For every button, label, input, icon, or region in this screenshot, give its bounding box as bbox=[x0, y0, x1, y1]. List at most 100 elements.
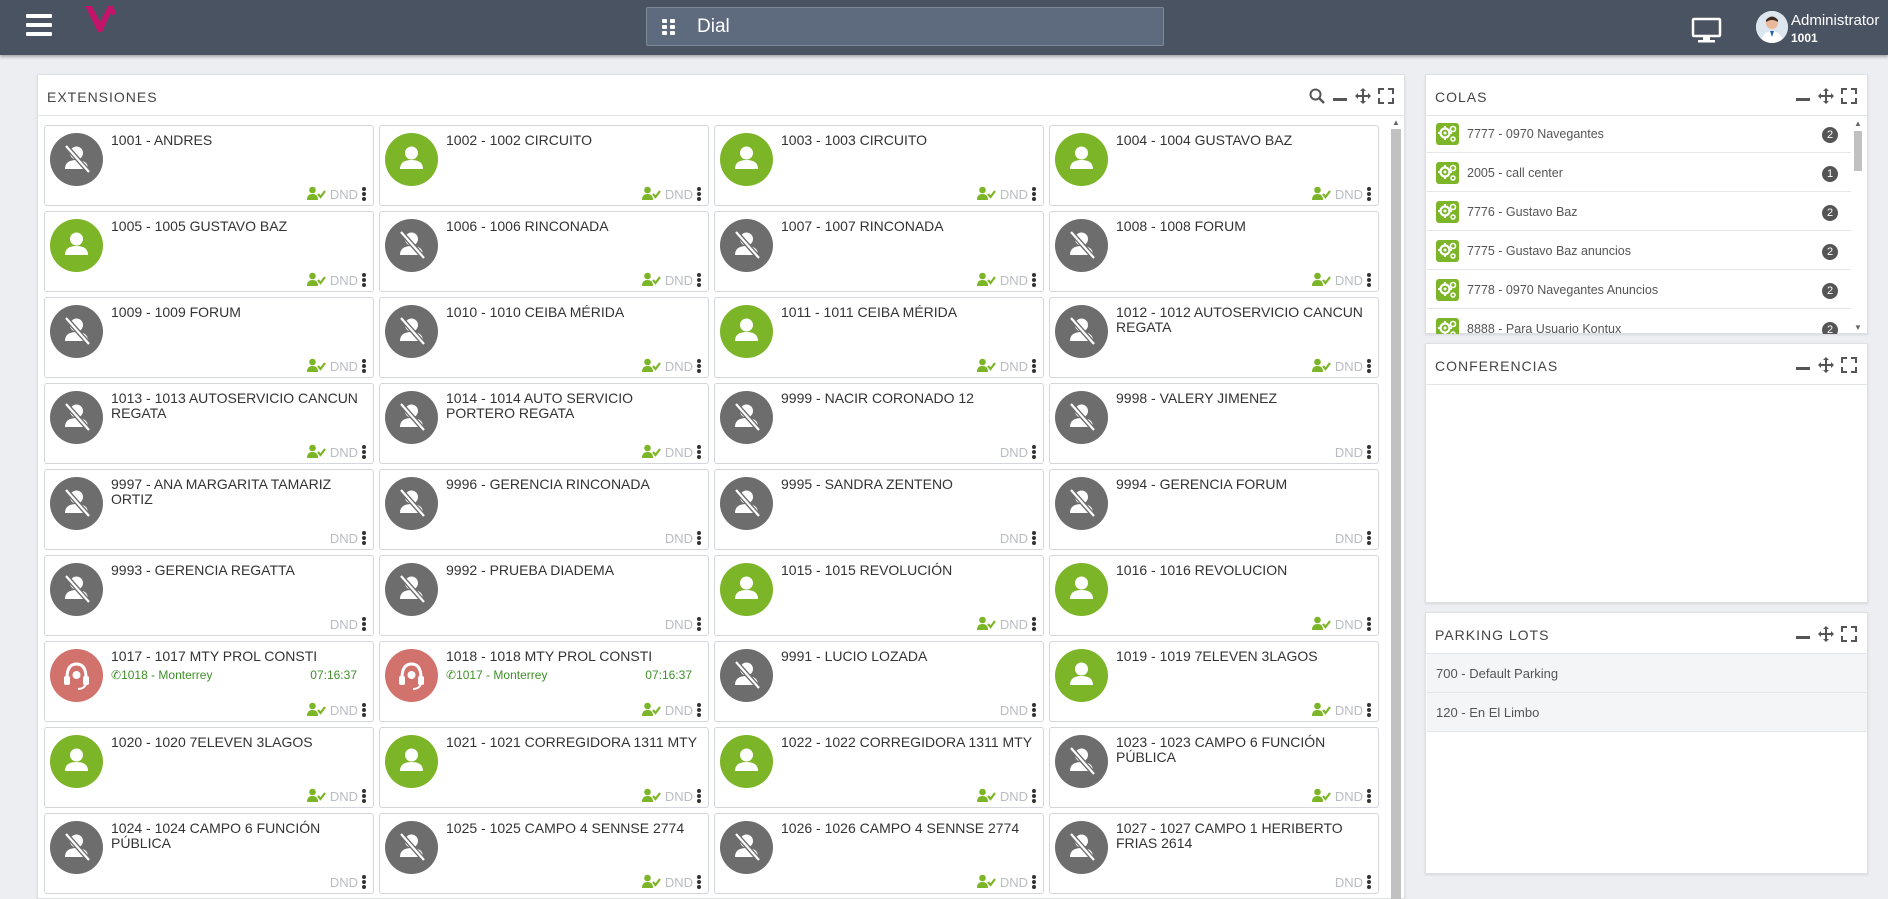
dnd-toggle[interactable]: DND bbox=[1000, 531, 1028, 546]
more-options-icon[interactable] bbox=[1032, 617, 1036, 631]
extension-card[interactable]: 1003 - 1003 CIRCUITO DND bbox=[714, 125, 1044, 206]
extension-card[interactable]: 1004 - 1004 GUSTAVO BAZ DND bbox=[1049, 125, 1379, 206]
extension-card[interactable]: 1027 - 1027 CAMPO 1 HERIBERTO FRIAS 2614… bbox=[1049, 813, 1379, 894]
more-options-icon[interactable] bbox=[697, 445, 701, 459]
extension-card[interactable]: 1006 - 1006 RINCONADA DND bbox=[379, 211, 709, 292]
dnd-toggle[interactable]: DND bbox=[665, 875, 693, 890]
extension-card[interactable]: 1002 - 1002 CIRCUITO DND bbox=[379, 125, 709, 206]
expand-icon[interactable] bbox=[1841, 626, 1857, 642]
more-options-icon[interactable] bbox=[362, 531, 366, 545]
extensions-scrollbar[interactable]: ▲ bbox=[1390, 119, 1402, 899]
queues-scrollbar[interactable]: ▲ ▼ bbox=[1852, 117, 1864, 334]
more-options-icon[interactable] bbox=[1032, 875, 1036, 889]
extension-card[interactable]: 1020 - 1020 7ELEVEN 3LAGOS DND bbox=[44, 727, 374, 808]
extension-card[interactable]: 1007 - 1007 RINCONADA DND bbox=[714, 211, 1044, 292]
extension-card[interactable]: 1005 - 1005 GUSTAVO BAZ DND bbox=[44, 211, 374, 292]
dnd-toggle[interactable]: DND bbox=[1000, 875, 1028, 890]
more-options-icon[interactable] bbox=[362, 617, 366, 631]
more-options-icon[interactable] bbox=[1367, 789, 1371, 803]
more-options-icon[interactable] bbox=[1367, 703, 1371, 717]
dnd-toggle[interactable]: DND bbox=[665, 359, 693, 374]
dnd-toggle[interactable]: DND bbox=[1335, 273, 1363, 288]
dnd-toggle[interactable]: DND bbox=[1000, 789, 1028, 804]
extension-card[interactable]: 9993 - GERENCIA REGATTA DND bbox=[44, 555, 374, 636]
dnd-toggle[interactable]: DND bbox=[1335, 703, 1363, 718]
dnd-toggle[interactable]: DND bbox=[1335, 617, 1363, 632]
dnd-toggle[interactable]: DND bbox=[1335, 445, 1363, 460]
dnd-toggle[interactable]: DND bbox=[665, 445, 693, 460]
extension-card[interactable]: 1010 - 1010 CEIBA MÉRIDA DND bbox=[379, 297, 709, 378]
more-options-icon[interactable] bbox=[362, 273, 366, 287]
more-options-icon[interactable] bbox=[697, 617, 701, 631]
more-options-icon[interactable] bbox=[1032, 789, 1036, 803]
dnd-toggle[interactable]: DND bbox=[1000, 187, 1028, 202]
minimize-icon[interactable] bbox=[1332, 88, 1348, 104]
dnd-toggle[interactable]: DND bbox=[665, 789, 693, 804]
dnd-toggle[interactable]: DND bbox=[330, 187, 358, 202]
dnd-toggle[interactable]: DND bbox=[330, 359, 358, 374]
more-options-icon[interactable] bbox=[1032, 273, 1036, 287]
dnd-toggle[interactable]: DND bbox=[1000, 273, 1028, 288]
extension-card[interactable]: 1011 - 1011 CEIBA MÉRIDA DND bbox=[714, 297, 1044, 378]
extension-card[interactable]: 9995 - SANDRA ZENTENO DND bbox=[714, 469, 1044, 550]
menu-icon[interactable] bbox=[26, 14, 52, 38]
more-options-icon[interactable] bbox=[362, 789, 366, 803]
dnd-toggle[interactable]: DND bbox=[1000, 617, 1028, 632]
minimize-icon[interactable] bbox=[1795, 88, 1811, 104]
move-icon[interactable] bbox=[1355, 88, 1371, 104]
more-options-icon[interactable] bbox=[362, 187, 366, 201]
more-options-icon[interactable] bbox=[697, 359, 701, 373]
extension-card[interactable]: 9998 - VALERY JIMENEZ DND bbox=[1049, 383, 1379, 464]
queue-row[interactable]: 7776 - Gustavo Baz 2 bbox=[1427, 194, 1851, 231]
dnd-toggle[interactable]: DND bbox=[330, 789, 358, 804]
dnd-toggle[interactable]: DND bbox=[1000, 445, 1028, 460]
more-options-icon[interactable] bbox=[1032, 703, 1036, 717]
extension-card[interactable]: 1025 - 1025 CAMPO 4 SENNSE 2774 DND bbox=[379, 813, 709, 894]
move-icon[interactable] bbox=[1818, 88, 1834, 104]
dnd-toggle[interactable]: DND bbox=[1335, 359, 1363, 374]
dnd-toggle[interactable]: DND bbox=[1000, 703, 1028, 718]
extension-card[interactable]: 1009 - 1009 FORUM DND bbox=[44, 297, 374, 378]
extension-card[interactable]: 9994 - GERENCIA FORUM DND bbox=[1049, 469, 1379, 550]
more-options-icon[interactable] bbox=[697, 703, 701, 717]
expand-icon[interactable] bbox=[1841, 357, 1857, 373]
extension-card[interactable]: 9992 - PRUEBA DIADEMA DND bbox=[379, 555, 709, 636]
more-options-icon[interactable] bbox=[1032, 531, 1036, 545]
minimize-icon[interactable] bbox=[1795, 626, 1811, 642]
more-options-icon[interactable] bbox=[697, 273, 701, 287]
monitor-icon[interactable] bbox=[1691, 17, 1722, 45]
dnd-toggle[interactable]: DND bbox=[330, 445, 358, 460]
extension-card[interactable]: 1017 - 1017 MTY PROL CONSTI ✆1018 - Monte… bbox=[44, 641, 374, 722]
dnd-toggle[interactable]: DND bbox=[1000, 359, 1028, 374]
dial-button[interactable]: Dial bbox=[646, 7, 1164, 46]
more-options-icon[interactable] bbox=[1367, 273, 1371, 287]
more-options-icon[interactable] bbox=[1032, 445, 1036, 459]
dnd-toggle[interactable]: DND bbox=[330, 617, 358, 632]
parking-lot-row[interactable]: 700 - Default Parking bbox=[1427, 654, 1867, 693]
more-options-icon[interactable] bbox=[1367, 531, 1371, 545]
dnd-toggle[interactable]: DND bbox=[665, 617, 693, 632]
more-options-icon[interactable] bbox=[697, 187, 701, 201]
more-options-icon[interactable] bbox=[1367, 875, 1371, 889]
search-icon[interactable] bbox=[1309, 88, 1325, 104]
extension-card[interactable]: 1013 - 1013 AUTOSERVICIO CANCUN REGATA DN… bbox=[44, 383, 374, 464]
queue-row[interactable]: 7778 - 0970 Navegantes Anuncios 2 bbox=[1427, 272, 1851, 309]
extension-card[interactable]: 1001 - ANDRES DND bbox=[44, 125, 374, 206]
more-options-icon[interactable] bbox=[1032, 187, 1036, 201]
dnd-toggle[interactable]: DND bbox=[330, 703, 358, 718]
extension-card[interactable]: 9991 - LUCIO LOZADA DND bbox=[714, 641, 1044, 722]
extension-card[interactable]: 1024 - 1024 CAMPO 6 FUNCIÓN PÚBLICA DND bbox=[44, 813, 374, 894]
expand-icon[interactable] bbox=[1841, 88, 1857, 104]
more-options-icon[interactable] bbox=[697, 531, 701, 545]
extension-card[interactable]: 9999 - NACIR CORONADO 12 DND bbox=[714, 383, 1044, 464]
queue-row[interactable]: 7775 - Gustavo Baz anuncios 2 bbox=[1427, 233, 1851, 270]
more-options-icon[interactable] bbox=[1367, 359, 1371, 373]
more-options-icon[interactable] bbox=[362, 445, 366, 459]
more-options-icon[interactable] bbox=[362, 875, 366, 889]
extension-card[interactable]: 9996 - GERENCIA RINCONADA DND bbox=[379, 469, 709, 550]
dnd-toggle[interactable]: DND bbox=[1335, 789, 1363, 804]
more-options-icon[interactable] bbox=[1367, 445, 1371, 459]
extension-card[interactable]: 1021 - 1021 CORREGIDORA 1311 MTY DND bbox=[379, 727, 709, 808]
extension-card[interactable]: 1019 - 1019 7ELEVEN 3LAGOS DND bbox=[1049, 641, 1379, 722]
dnd-toggle[interactable]: DND bbox=[330, 273, 358, 288]
